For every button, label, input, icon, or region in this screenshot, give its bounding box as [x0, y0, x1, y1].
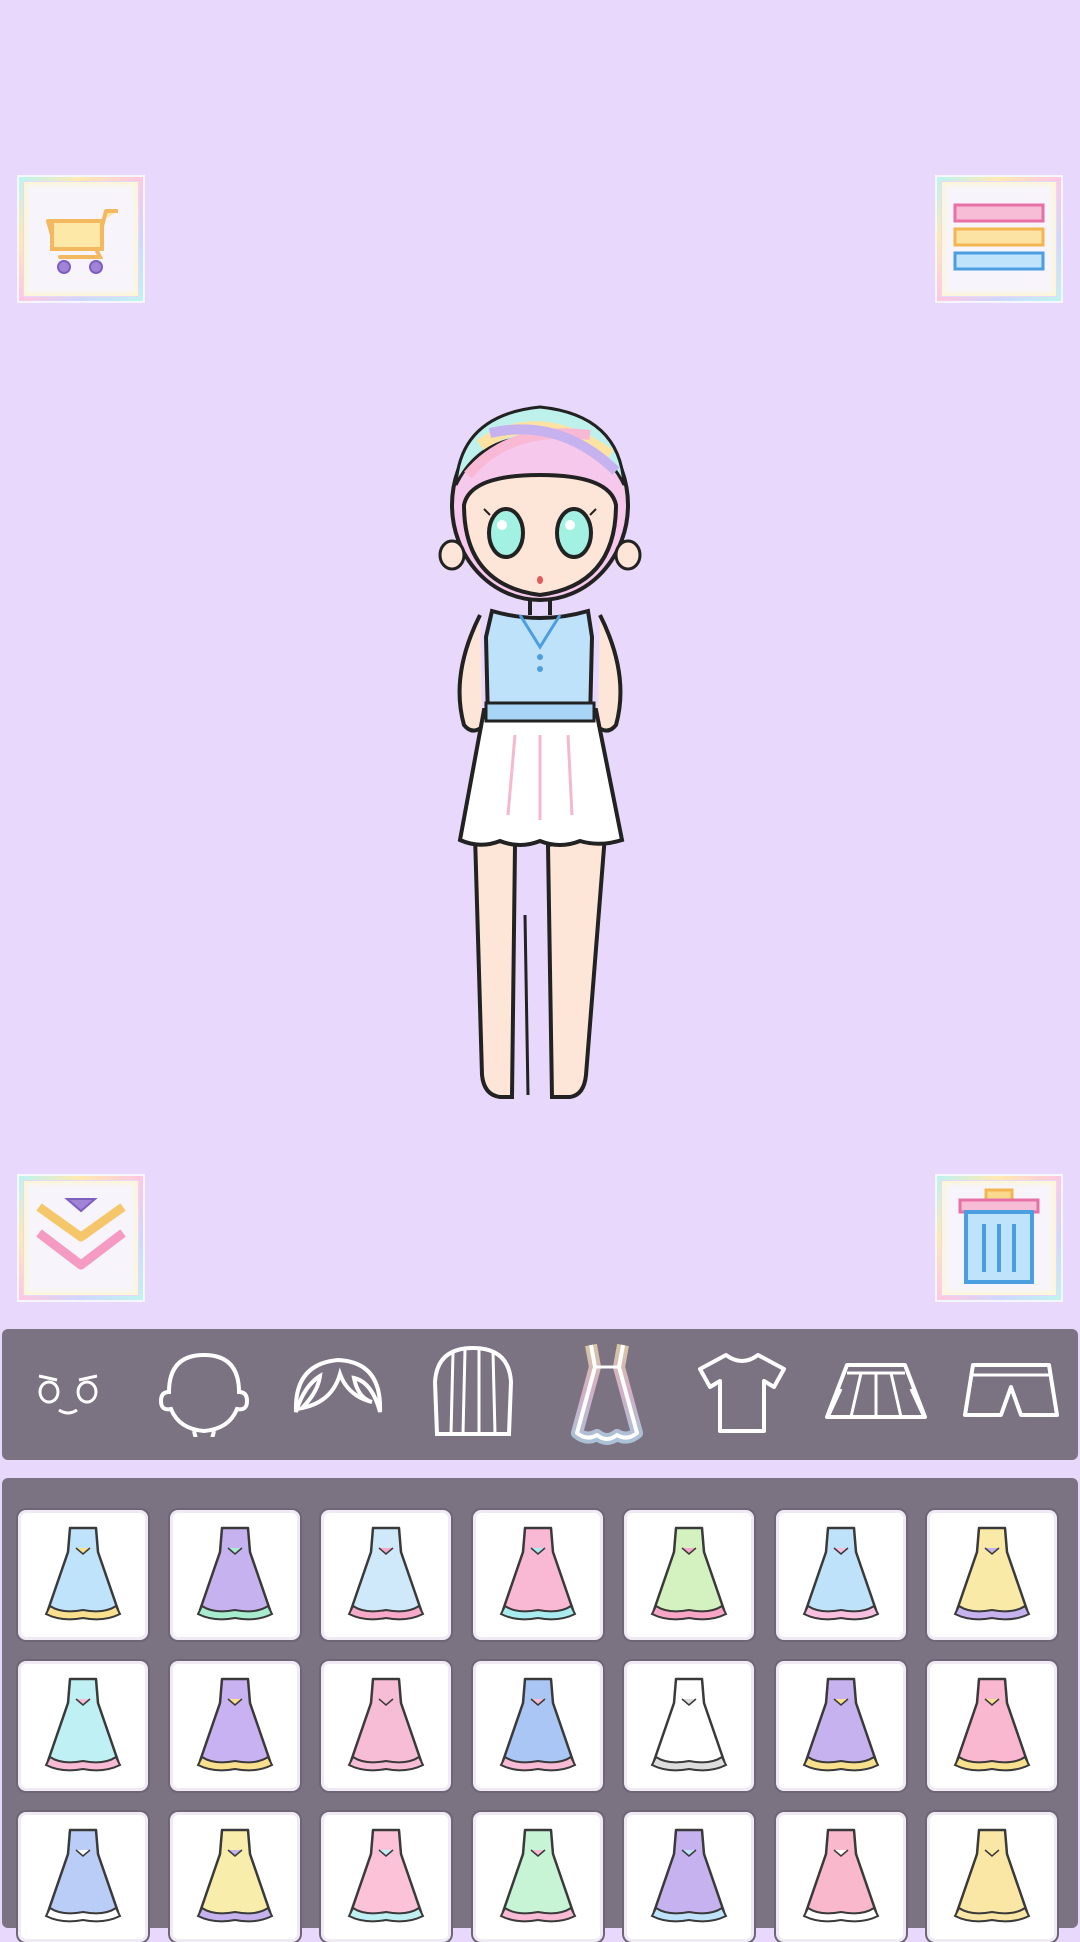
- outfit-item-pink-strap-dress[interactable]: [321, 1812, 451, 1942]
- category-tab-back-hair[interactable]: [418, 1340, 528, 1450]
- category-tab-top[interactable]: [687, 1340, 797, 1450]
- outfit-item-white-blue-sailor-dress[interactable]: [18, 1812, 148, 1942]
- face-icon: [29, 1362, 109, 1427]
- outfit-item-blue-overalls[interactable]: [18, 1661, 148, 1791]
- outfit-thumbnail-icon: [331, 1820, 441, 1935]
- outfit-item-purple-fluffy-dress[interactable]: [624, 1812, 754, 1942]
- outfit-item-pink-heart-dress[interactable]: [472, 1510, 603, 1640]
- outfit-thumbnail-icon: [28, 1820, 138, 1935]
- bangs-icon: [288, 1352, 388, 1437]
- character-avatar[interactable]: [420, 375, 660, 1105]
- outfit-thumbnail-icon: [786, 1820, 896, 1935]
- category-tab-face-expression[interactable]: [14, 1340, 124, 1450]
- long-hair-icon: [423, 1342, 523, 1447]
- category-tab-shorts[interactable]: [956, 1340, 1066, 1450]
- menu-button[interactable]: [935, 175, 1063, 303]
- collapse-panel-button[interactable]: [17, 1174, 145, 1302]
- outfit-thumbnail-icon: [180, 1518, 290, 1633]
- outfit-thumbnail-icon: [786, 1669, 896, 1784]
- outfit-item-blue-dress-with-bag[interactable]: [472, 1661, 603, 1791]
- outfit-thumbnail-icon: [786, 1518, 896, 1633]
- shop-cart-button[interactable]: [17, 175, 145, 303]
- outfit-thumbnail-icon: [634, 1820, 744, 1935]
- double-chevron-down-icon: [33, 1193, 129, 1284]
- outfit-item-lavender-long-sleeve-dress[interactable]: [169, 1510, 300, 1640]
- outfit-thumbnail-icon: [483, 1518, 593, 1633]
- outfit-item-pastel-gradient-dress[interactable]: [624, 1510, 754, 1640]
- category-bar: [2, 1329, 1078, 1460]
- outfit-item-mint-dress[interactable]: [472, 1812, 603, 1942]
- trash-can-icon: [956, 1188, 1042, 1289]
- skirt-icon: [821, 1357, 931, 1432]
- outfit-thumbnail-icon: [28, 1518, 138, 1633]
- outfit-item-pink-collar-dress[interactable]: [927, 1661, 1057, 1791]
- outfit-item-yellow-long-dress[interactable]: [927, 1812, 1057, 1942]
- outfit-item-yellow-paw-dress[interactable]: [169, 1812, 300, 1942]
- outfit-thumbnail-icon: [937, 1669, 1047, 1784]
- outfit-thumbnail-icon: [634, 1669, 744, 1784]
- outfit-item-light-blue-long-dress[interactable]: [321, 1510, 451, 1640]
- shorts-icon: [961, 1357, 1061, 1432]
- outfit-item-pink-long-skirt[interactable]: [321, 1661, 451, 1791]
- category-tab-head-shape[interactable]: [149, 1340, 259, 1450]
- outfit-thumbnail-icon: [180, 1820, 290, 1935]
- outfit-item-purple-shirt-dress[interactable]: [169, 1661, 300, 1791]
- outfit-thumbnail-icon: [180, 1669, 290, 1784]
- head-icon: [149, 1347, 259, 1442]
- category-tab-front-hair[interactable]: [283, 1340, 393, 1450]
- outfit-item-purple-coat-dress[interactable]: [775, 1661, 906, 1791]
- outfit-grid: [18, 1510, 1057, 1942]
- outfit-item-yellow-purple-jacket-outfit[interactable]: [927, 1510, 1057, 1640]
- outfit-item-blue-ruffle-dress[interactable]: [18, 1510, 148, 1640]
- outfit-thumbnail-icon: [937, 1518, 1047, 1633]
- dress-icon: [557, 1337, 657, 1452]
- hamburger-menu-icon: [951, 197, 1047, 282]
- outfit-thumbnail-icon: [28, 1669, 138, 1784]
- outfit-thumbnail-icon: [483, 1820, 593, 1935]
- outfit-items-panel: [2, 1478, 1078, 1942]
- outfit-thumbnail-icon: [331, 1518, 441, 1633]
- category-tab-dress[interactable]: [552, 1340, 662, 1450]
- outfit-thumbnail-icon: [937, 1820, 1047, 1935]
- trash-button[interactable]: [935, 1174, 1063, 1302]
- outfit-item-white-slip-dress[interactable]: [624, 1661, 754, 1791]
- outfit-thumbnail-icon: [634, 1518, 744, 1633]
- outfit-item-pink-red-collar-dress[interactable]: [775, 1812, 906, 1942]
- category-tab-skirt[interactable]: [821, 1340, 931, 1450]
- outfit-item-bunny-hoodie-dress[interactable]: [775, 1510, 906, 1640]
- shopping-cart-icon: [36, 197, 126, 282]
- outfit-thumbnail-icon: [483, 1669, 593, 1784]
- tshirt-icon: [692, 1347, 792, 1442]
- outfit-thumbnail-icon: [331, 1669, 441, 1784]
